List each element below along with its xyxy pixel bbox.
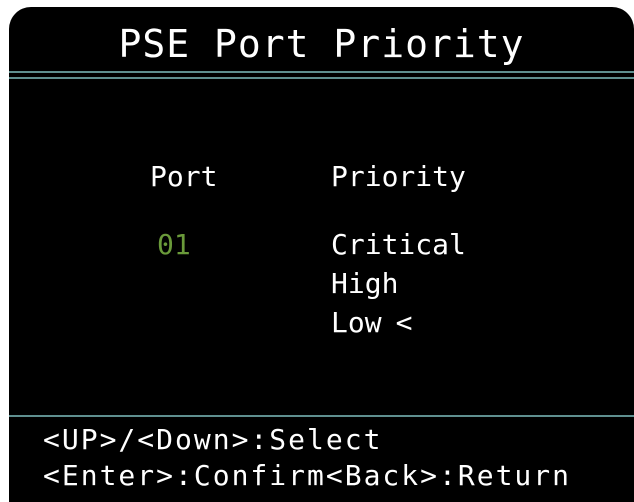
pse-port-priority-screen: PSE Port Priority Port Priority 01 Criti…	[9, 7, 634, 502]
priority-column-header: Priority	[331, 160, 466, 193]
priority-option-low[interactable]: Low <	[331, 303, 480, 342]
select-help-text: <UP>/<Down>:Select	[43, 423, 383, 456]
priority-option-label: Critical	[331, 228, 466, 261]
priority-option-high[interactable]: High	[331, 264, 480, 303]
footer-divider	[9, 415, 634, 417]
title-divider-top	[9, 71, 634, 73]
priority-option-critical[interactable]: Critical	[331, 225, 480, 264]
page-title: PSE Port Priority	[118, 22, 525, 66]
selection-marker: <	[395, 306, 413, 339]
priority-option-label: High	[331, 267, 399, 300]
title-divider-bottom	[9, 77, 634, 79]
priority-option-list: Critical High Low <	[331, 225, 480, 342]
priority-option-label: Low	[331, 306, 382, 339]
port-number: 01	[157, 228, 191, 261]
confirm-return-help-text: <Enter>:Confirm<Back>:Return	[43, 459, 572, 492]
port-column-header: Port	[150, 160, 218, 193]
